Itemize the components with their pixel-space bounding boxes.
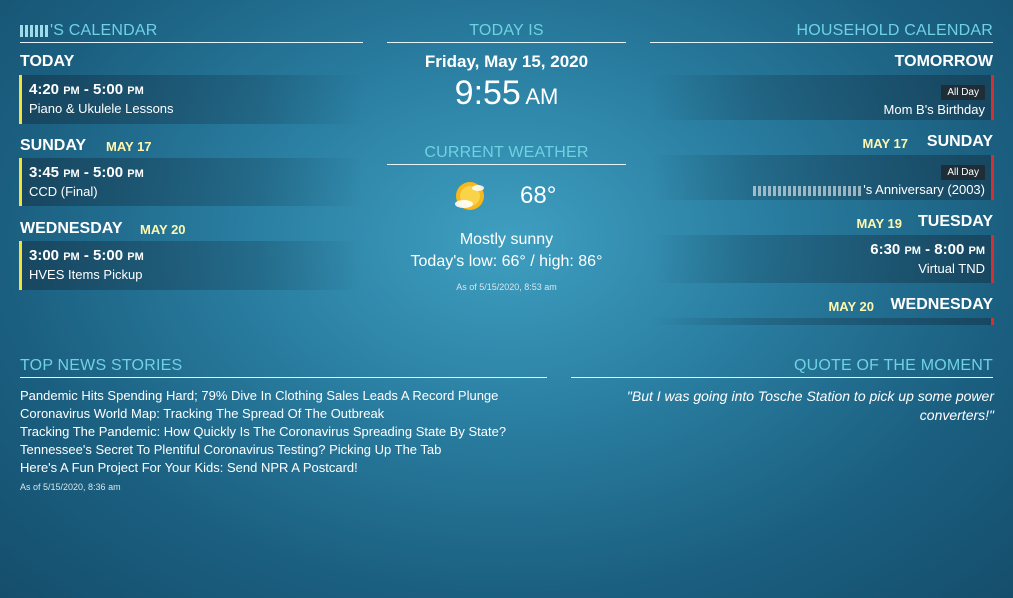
calendar-event[interactable]: 4:20 PM - 5:00 PM Piano & Ukulele Lesson… <box>19 75 364 124</box>
calendar-event[interactable]: 3:00 PM - 5:00 PM HVES Items Pickup <box>19 241 364 290</box>
event-time: 3:00 PM - 5:00 PM <box>29 247 144 264</box>
news-list: Pandemic Hits Spending Hard; 79% Dive In… <box>20 387 580 492</box>
calendar-event[interactable]: 3:45 PM - 5:00 PM CCD (Final) <box>19 158 364 206</box>
day-label-sunday: SUNDAY <box>20 137 87 154</box>
event-name: 's Anniversary (2003) <box>650 182 985 197</box>
day-label-tuesday: TUESDAY <box>918 213 993 230</box>
date-label: MAY 20 <box>828 299 874 314</box>
news-item[interactable]: Tracking The Pandemic: How Quickly Is Th… <box>20 423 580 441</box>
redacted-name <box>20 24 50 37</box>
calendar-event[interactable]: All Day 's Anniversary (2003) <box>650 155 994 200</box>
news-item[interactable]: Coronavirus World Map: Tracking The Spre… <box>20 405 580 423</box>
day-label-wednesday: WEDNESDAY <box>890 296 993 313</box>
day-label-wednesday: WEDNESDAY <box>20 220 123 237</box>
event-name: HVES Items Pickup <box>29 267 143 282</box>
weather-updated-time: As of 5/15/2020, 8:53 am <box>456 282 557 292</box>
date-label: MAY 20 <box>140 222 186 237</box>
event-name: CCD (Final) <box>29 184 98 199</box>
event-time: 3:45 PM - 5:00 PM <box>29 164 144 181</box>
weather-low-high: Today's low: 66° / high: 86° <box>410 253 603 270</box>
date-label: MAY 19 <box>856 216 902 231</box>
current-temperature: 68° <box>520 182 557 209</box>
all-day-badge: All Day <box>941 85 985 100</box>
day-label-sunday: SUNDAY <box>926 133 993 150</box>
redacted-name <box>753 185 864 196</box>
event-name: Virtual TND <box>918 261 985 276</box>
news-item[interactable]: Here's A Fun Project For Your Kids: Send… <box>20 459 580 477</box>
date-label: MAY 17 <box>862 136 908 151</box>
current-time: 9:55 AM <box>454 74 559 112</box>
event-time: 4:20 PM - 5:00 PM <box>29 81 144 98</box>
news-item[interactable]: Pandemic Hits Spending Hard; 79% Dive In… <box>20 387 580 405</box>
news-updated-time: As of 5/15/2020, 8:36 am <box>20 482 121 492</box>
day-label-tomorrow: TOMORROW <box>894 53 993 70</box>
partly-sunny-icon <box>452 179 488 213</box>
calendar-event-partial[interactable] <box>650 318 994 325</box>
weather-heading: CURRENT WEATHER <box>387 144 626 165</box>
calendar-event[interactable]: All Day Mom B's Birthday <box>650 75 994 120</box>
household-calendar-heading: HOUSEHOLD CALENDAR <box>650 22 993 43</box>
current-date: Friday, May 15, 2020 <box>424 52 589 71</box>
event-time: 6:30 PM - 8:00 PM <box>870 241 985 258</box>
day-label-today: TODAY <box>20 53 75 70</box>
event-name: Mom B's Birthday <box>883 102 985 117</box>
calendar-event[interactable]: 6:30 PM - 8:00 PM Virtual TND <box>650 235 994 283</box>
all-day-badge: All Day <box>941 165 985 180</box>
quote-heading: QUOTE OF THE MOMENT <box>571 357 993 378</box>
news-item[interactable]: Tennessee's Secret To Plentiful Coronavi… <box>20 441 580 459</box>
quote-text: "But I was going into Tosche Station to … <box>626 388 994 423</box>
my-calendar-heading: 'S CALENDAR <box>20 22 363 43</box>
weather-condition: Mostly sunny <box>459 231 554 248</box>
date-label: MAY 17 <box>106 139 152 154</box>
event-name: Piano & Ukulele Lessons <box>29 101 174 116</box>
news-heading: TOP NEWS STORIES <box>20 357 547 378</box>
today-heading: TODAY IS <box>387 22 626 43</box>
